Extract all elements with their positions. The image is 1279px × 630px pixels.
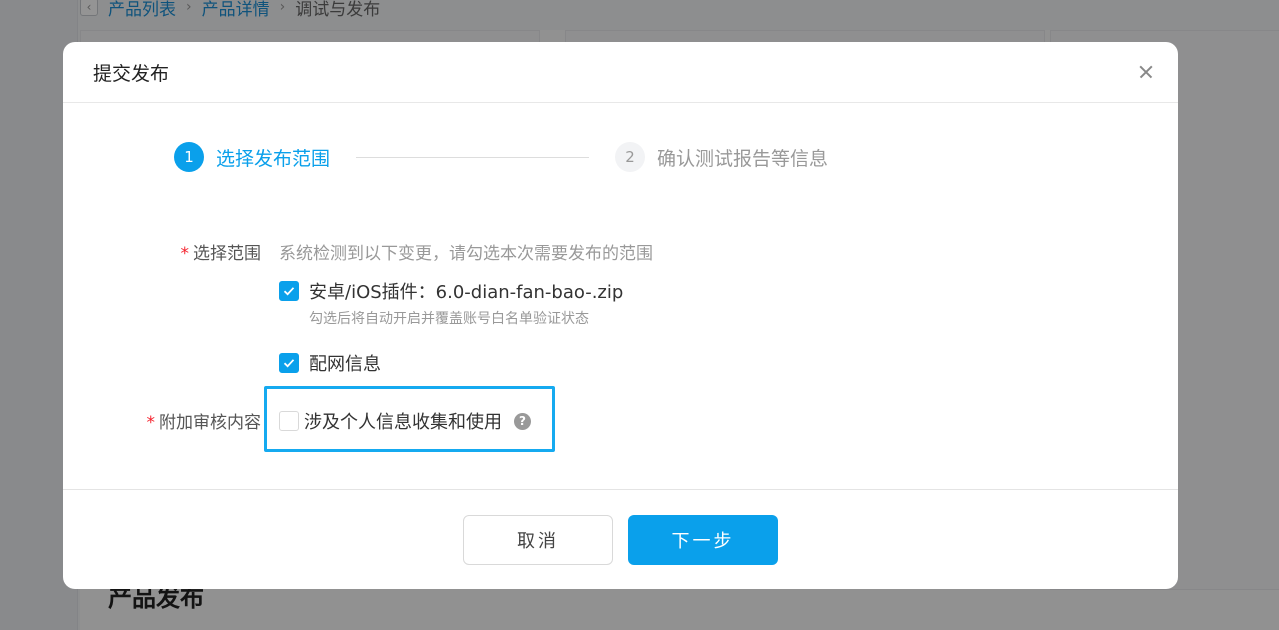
- step-number: 1: [174, 142, 204, 172]
- step-label: 确认测试报告等信息: [657, 147, 829, 170]
- next-step-button[interactable]: 下一步: [628, 515, 778, 565]
- cancel-button[interactable]: 取消: [463, 515, 613, 565]
- scope-hint: 系统检测到以下变更，请勾选本次需要发布的范围: [279, 244, 653, 264]
- network-config-label: 配网信息: [309, 354, 381, 375]
- step-number: 2: [615, 142, 646, 172]
- scope-row: * 选择范围 系统检测到以下变更，请勾选本次需要发布的范围: [173, 239, 654, 264]
- step-label: 选择发布范围: [216, 147, 331, 170]
- step-select-scope: 1 选择发布范围: [174, 142, 330, 172]
- dialog-title: 提交发布: [93, 62, 170, 85]
- scope-label: * 选择范围: [173, 239, 262, 264]
- extra-review-label: * 附加审核内容: [139, 408, 262, 433]
- plugin-label: 安卓/iOS插件：6.0-dian-fan-bao-.zip: [309, 282, 624, 303]
- steps-indicator: 1 选择发布范围 2 确认测试报告等信息: [174, 142, 828, 172]
- submit-release-dialog: 提交发布 1 选择发布范围 2 确认测试报告等信息 * 选择范围 系统检测到以下变…: [63, 42, 1178, 589]
- help-icon[interactable]: ?: [514, 412, 531, 430]
- option-network-config[interactable]: 配网信息: [279, 350, 381, 376]
- dialog-header: 提交发布: [63, 42, 1178, 103]
- step-connector: [356, 156, 590, 158]
- required-mark: *: [146, 413, 156, 433]
- extra-review-row: * 附加审核内容: [139, 408, 262, 433]
- extra-review-label-text: 附加审核内容: [159, 413, 261, 433]
- scope-label-text: 选择范围: [193, 244, 261, 264]
- dialog-footer: 取消 下一步: [63, 489, 1178, 589]
- check-icon: [283, 359, 295, 368]
- check-icon: [283, 287, 295, 296]
- plugin-checkbox[interactable]: [279, 281, 299, 301]
- option-personal-info[interactable]: 涉及个人信息收集和使用 ?: [279, 408, 531, 434]
- plugin-sub-hint: 勾选后将自动开启并覆盖账号白名单验证状态: [309, 311, 589, 327]
- step-confirm-report: 2 确认测试报告等信息: [615, 142, 828, 172]
- option-plugin[interactable]: 安卓/iOS插件：6.0-dian-fan-bao-.zip: [279, 278, 623, 304]
- network-config-checkbox[interactable]: [279, 353, 299, 373]
- personal-info-checkbox[interactable]: [279, 411, 299, 431]
- personal-info-label: 涉及个人信息收集和使用: [304, 412, 502, 433]
- close-icon[interactable]: [1134, 60, 1158, 84]
- required-mark: *: [180, 244, 190, 264]
